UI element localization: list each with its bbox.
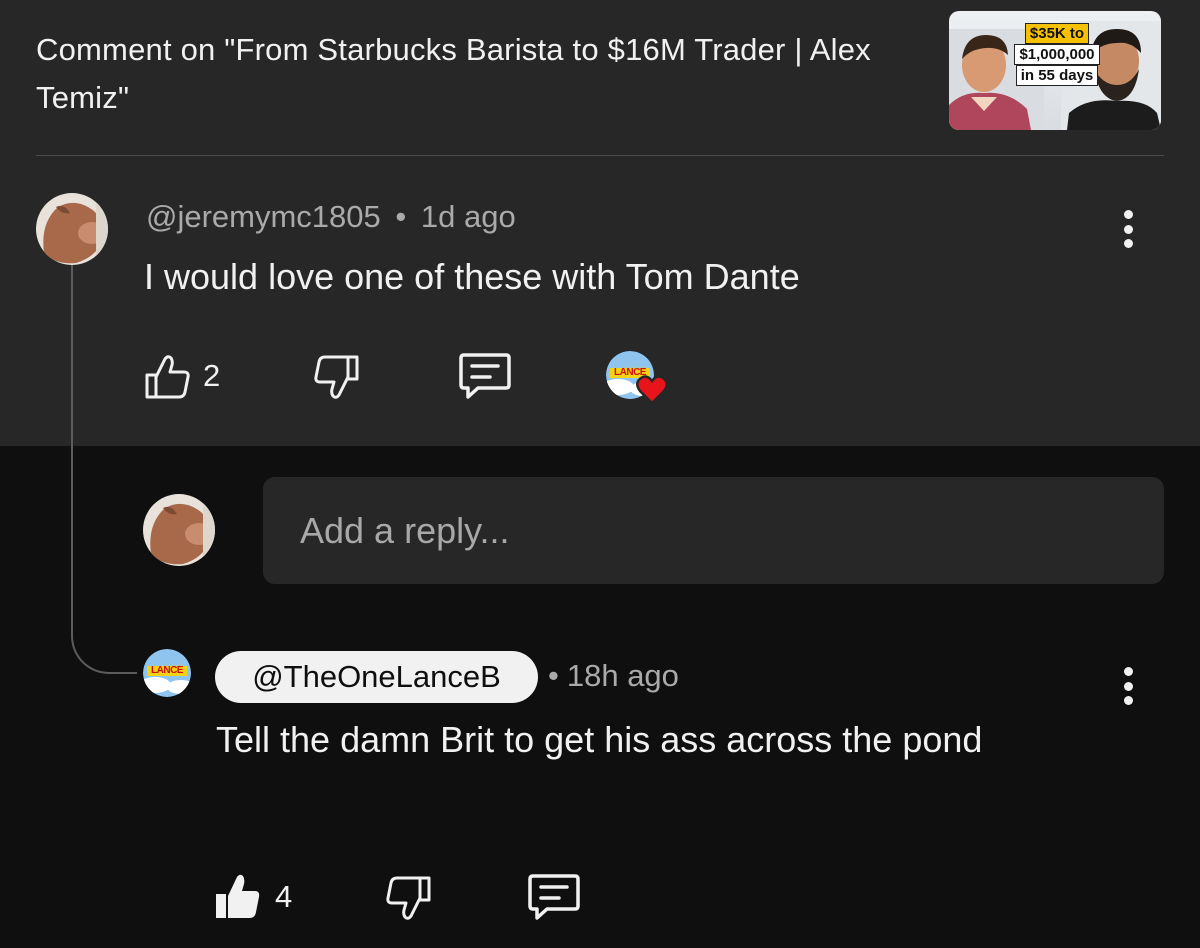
more-dot-icon — [1123, 210, 1133, 219]
avatar[interactable] — [36, 193, 108, 265]
heart-icon — [636, 375, 668, 405]
reply-author-badge[interactable]: @TheOneLanceB — [215, 651, 538, 703]
avatar[interactable]: LANCE — [143, 649, 191, 697]
reply-input[interactable]: Add a reply... — [263, 477, 1164, 584]
reply-author: @TheOneLanceB — [252, 659, 501, 694]
dislike-button[interactable] — [312, 355, 360, 399]
like-count: 2 — [203, 358, 221, 393]
reply-button[interactable] — [527, 872, 581, 922]
more-dot-icon — [1123, 696, 1133, 705]
meta-separator: • — [395, 199, 407, 234]
like-button-active[interactable] — [214, 874, 262, 920]
comment-text: I would love one of these with Tom Dante — [144, 256, 800, 297]
thread-connector-line — [71, 264, 137, 674]
thumbnail-caption: $35K to $1,000,000 in 55 days — [1001, 23, 1113, 86]
dog-avatar-image — [143, 494, 215, 566]
reply-meta: • 18h ago — [548, 658, 679, 694]
more-options-button[interactable] — [1113, 206, 1143, 252]
header-divider — [36, 155, 1164, 156]
comment-age[interactable]: 1d ago — [421, 199, 516, 234]
more-dot-icon — [1123, 667, 1133, 676]
comment-author[interactable]: @jeremymc1805 — [146, 199, 381, 234]
avatar[interactable] — [143, 494, 215, 566]
more-options-button[interactable] — [1113, 663, 1143, 709]
video-thumbnail[interactable]: $35K to $1,000,000 in 55 days — [949, 11, 1161, 130]
avatar-badge-label: LANCE — [151, 665, 183, 676]
thumbnail-caption-line3: in 55 days — [1015, 65, 1099, 86]
more-dot-icon — [1123, 224, 1133, 234]
thumbnail-caption-line2: $1,000,000 — [1014, 44, 1100, 65]
comment-author-line: @jeremymc1805 • 1d ago — [146, 199, 516, 235]
like-count: 4 — [275, 879, 293, 914]
reply-age[interactable]: 18h ago — [567, 658, 679, 693]
more-dot-icon — [1123, 239, 1133, 248]
reply-placeholder: Add a reply... — [300, 509, 510, 551]
like-button[interactable] — [144, 355, 192, 399]
dislike-button[interactable] — [384, 876, 432, 920]
creator-heart-badge: LANCE — [606, 351, 668, 405]
meta-separator: • — [548, 658, 559, 693]
page-title: Comment on "From Starbucks Barista to $1… — [36, 32, 871, 115]
dog-avatar-image — [36, 193, 108, 265]
reply-button[interactable] — [458, 351, 512, 401]
reply-text: Tell the damn Brit to get his ass across… — [216, 719, 983, 760]
more-dot-icon — [1123, 681, 1133, 691]
thumbnail-caption-line1: $35K to — [1024, 23, 1090, 44]
